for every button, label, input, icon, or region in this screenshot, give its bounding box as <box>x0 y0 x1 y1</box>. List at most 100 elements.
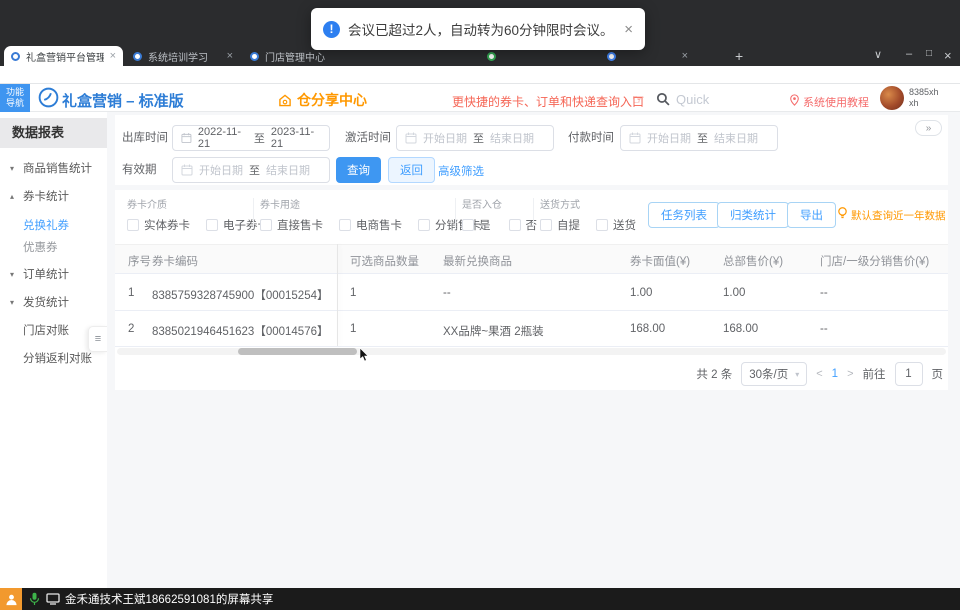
search-icon[interactable] <box>656 92 670 111</box>
search-button[interactable]: 查询 <box>336 157 381 183</box>
sidebar-item-product-sales[interactable]: ▾ 商品销售统计 <box>0 156 107 180</box>
microphone-icon[interactable] <box>29 592 40 606</box>
location-pin-icon <box>790 93 799 111</box>
new-tab-button[interactable]: + <box>735 48 743 64</box>
checkbox-label: 送货 <box>613 220 636 232</box>
outbound-time-label: 出库时间 <box>122 132 168 144</box>
group-label: 券卡介质 <box>127 200 167 211</box>
filter-group-in-warehouse: 是否入仓 是 否 <box>462 196 537 233</box>
quick-entry-link[interactable]: 更快捷的券卡、订单和快递查询入口 <box>452 93 644 110</box>
sidebar-title: 数据报表 <box>0 118 107 148</box>
quick-search-placeholder[interactable]: Quick <box>676 92 709 107</box>
bulb-icon <box>837 206 848 225</box>
participant-icon[interactable] <box>0 588 22 610</box>
cell-hq-price: 1.00 <box>723 287 746 299</box>
filter-group-card-medium: 券卡介质 实体券卡 电子券卡 <box>127 196 269 233</box>
meeting-toast: ! 会议已超过2人，自动转为60分钟限时会议。 × <box>311 8 645 50</box>
checkbox-yes[interactable]: 是 <box>462 217 491 233</box>
home-icon <box>279 93 291 106</box>
caret-up-icon: ▴ <box>10 191 15 201</box>
calendar-icon <box>181 133 192 143</box>
sidebar-item-redeem-coupon[interactable]: 兑换礼券 <box>0 213 107 237</box>
browser-tab-1[interactable]: 礼盒营销平台管理中心 × <box>4 46 123 66</box>
chevron-down-icon: ▾ <box>795 369 800 379</box>
horizontal-scrollbar-thumb[interactable] <box>238 348 357 355</box>
tab-title: 门店管理中心 <box>265 52 325 64</box>
checkbox-physical-card[interactable]: 实体券卡 <box>127 217 190 233</box>
sidebar-collapse-handle[interactable]: ≡ <box>88 326 107 352</box>
page-suffix: 页 <box>931 369 944 381</box>
checkbox-icon <box>339 219 351 231</box>
column-header-selectable-qty: 可选商品数量 <box>350 256 419 268</box>
user-avatar[interactable] <box>880 86 904 110</box>
validity-date-range-input[interactable]: 开始日期 至 结束日期 <box>172 157 330 183</box>
pagination: 共 2 条 30条/页 ▾ < 1 > 前往 页 <box>696 362 943 386</box>
checkbox-direct-sale[interactable]: 直接售卡 <box>260 217 323 233</box>
window-close-icon[interactable]: × <box>944 48 952 63</box>
checkbox-ecommerce-sale[interactable]: 电商售卡 <box>339 217 402 233</box>
export-button[interactable]: 导出 <box>787 202 836 228</box>
checkbox-icon <box>127 219 139 231</box>
expand-panel-button[interactable]: » <box>915 120 942 136</box>
start-date-placeholder: 开始日期 <box>647 133 691 145</box>
back-button[interactable]: 返回 <box>388 157 435 183</box>
calendar-icon <box>181 164 193 176</box>
cell-card-code: 8385759328745900【00015254】 <box>152 290 329 302</box>
sidebar-item-label: 券卡统计 <box>23 191 69 203</box>
tab-close-icon[interactable]: × <box>110 50 116 62</box>
sidebar-item-card-stats[interactable]: ▴ 券卡统计 <box>0 184 107 208</box>
group-label: 券卡用途 <box>260 200 300 211</box>
cell-card-code: 8385021946451623【00014576】 <box>152 326 329 338</box>
group-divider <box>455 198 456 228</box>
sidebar-item-label: 优惠券 <box>23 242 58 254</box>
cell-latest-redeemed: XX品牌~果酒 2瓶装 <box>443 326 544 338</box>
site-favicon <box>11 51 20 61</box>
cell-face-value: 168.00 <box>630 323 666 335</box>
window-menu-icon[interactable]: ∨ <box>874 48 882 61</box>
sidebar-item-order-stats[interactable]: ▾ 订单统计 <box>0 262 107 286</box>
activate-date-range-input[interactable]: 开始日期 至 结束日期 <box>396 125 554 151</box>
sidebar-item-label: 兑换礼券 <box>23 220 69 232</box>
table-row[interactable]: 2 8385021946451623【00014576】 1 XX品牌~果酒 2… <box>115 311 948 347</box>
sidebar-item-discount-coupon[interactable]: 优惠券 <box>0 235 107 259</box>
page-size-select[interactable]: 30条/页 ▾ <box>741 362 808 386</box>
function-nav-toggle[interactable]: 功能 导航 <box>0 84 30 112</box>
table-row[interactable]: 1 8385759328745900【00015254】 1 -- 1.00 1… <box>115 275 948 311</box>
advanced-filter-link[interactable]: 高级筛选 <box>438 163 484 179</box>
category-stats-button[interactable]: 归类统计 <box>717 202 789 228</box>
main-content: » 出库时间 2022-11-21 至 2023-11-21 激活时间 开始日期… <box>107 112 960 588</box>
info-icon: ! <box>323 20 340 38</box>
window-minimize-icon[interactable]: – <box>906 48 912 60</box>
next-page-icon[interactable]: > <box>847 368 853 380</box>
payment-date-range-input[interactable]: 开始日期 至 结束日期 <box>620 125 778 151</box>
goto-page-input[interactable] <box>894 362 923 386</box>
checkbox-label: 电商售卡 <box>356 220 402 232</box>
calendar-icon <box>405 132 417 144</box>
tab-close-icon[interactable]: × <box>682 50 688 62</box>
username-main: 8385xh <box>909 87 939 97</box>
current-page[interactable]: 1 <box>832 368 838 380</box>
prev-page-icon[interactable]: < <box>816 368 822 380</box>
sidebar-item-label: 订单统计 <box>23 269 69 281</box>
checkbox-label: 自提 <box>557 220 580 232</box>
date-separator: 至 <box>249 165 260 177</box>
checkbox-self-pickup[interactable]: 自提 <box>540 217 580 233</box>
site-favicon <box>250 51 259 61</box>
outbound-date-range-input[interactable]: 2022-11-21 至 2023-11-21 <box>172 125 330 151</box>
sidebar-item-shipping-stats[interactable]: ▾ 发货统计 <box>0 290 107 314</box>
hamburger-icon: ≡ <box>94 333 102 345</box>
toast-close-icon[interactable]: × <box>624 21 633 38</box>
site-favicon <box>607 51 616 61</box>
tab-close-icon[interactable]: × <box>227 50 233 62</box>
page-size-value: 30条/页 <box>749 369 789 381</box>
filter-panel: » 出库时间 2022-11-21 至 2023-11-21 激活时间 开始日期… <box>115 115 948 185</box>
window-maximize-icon[interactable]: □ <box>926 48 932 59</box>
warehouse-share-center-link[interactable]: 仓分享中心 <box>278 90 367 110</box>
checkbox-icon <box>462 219 474 231</box>
system-tutorial-link[interactable]: 系统使用教程 <box>803 94 869 110</box>
task-list-button[interactable]: 任务列表 <box>648 202 720 228</box>
pointing-hand-icon: ☞ <box>632 91 645 107</box>
browser-tab-2[interactable]: 系统培训学习 × <box>126 46 240 66</box>
sidebar-item-label: 商品销售统计 <box>23 163 92 175</box>
checkbox-delivery[interactable]: 送货 <box>596 217 636 233</box>
